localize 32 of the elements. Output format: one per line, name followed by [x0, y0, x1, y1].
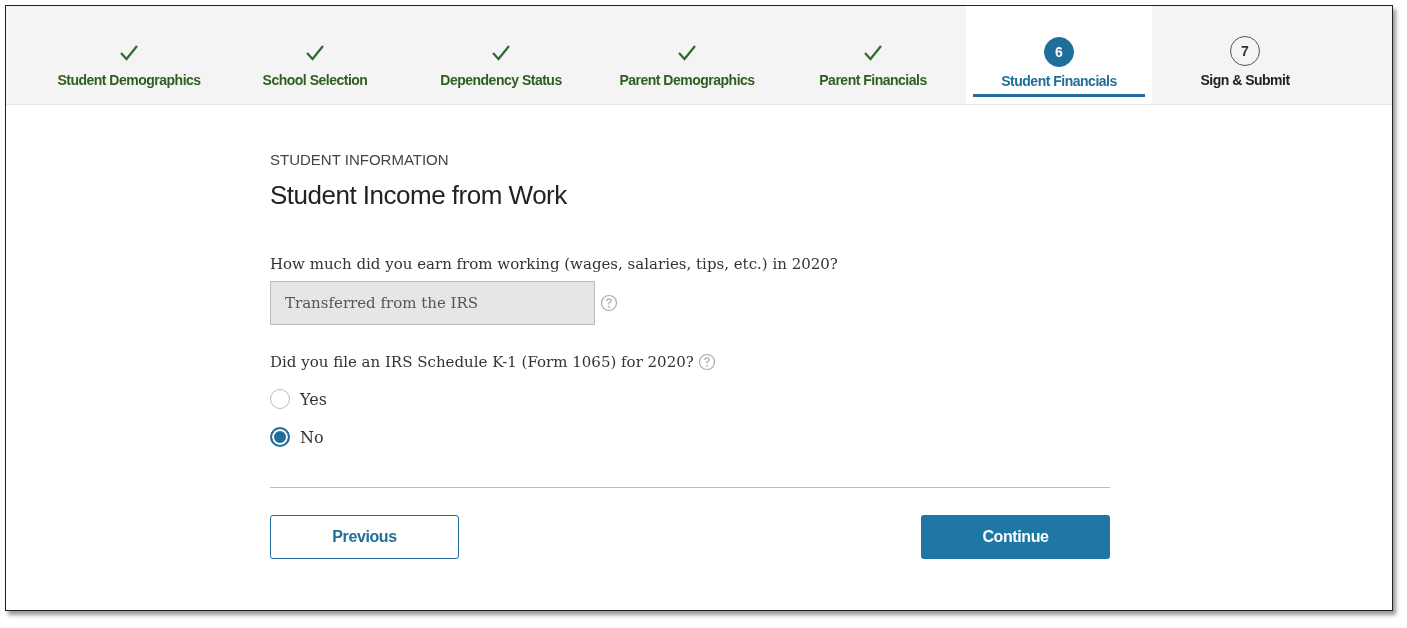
- step-tab[interactable]: 6 Student Financials: [966, 6, 1152, 104]
- option-label: No: [300, 427, 324, 447]
- step-tab[interactable]: 7 Sign & Submit: [1152, 28, 1338, 104]
- help-icon[interactable]: [600, 294, 618, 312]
- question-label: How much did you earn from working (wages, salaries, tips, etc.) in 2020?: [270, 255, 839, 273]
- continue-button[interactable]: Continue: [921, 515, 1110, 559]
- step-label: School Selection: [262, 72, 368, 90]
- check-icon: [677, 44, 697, 62]
- check-icon: [119, 44, 139, 62]
- radio-button[interactable]: [270, 427, 290, 447]
- step-tab[interactable]: Student Demographics: [36, 28, 222, 104]
- step-label: Student Financials: [973, 73, 1145, 97]
- step-tab[interactable]: School Selection: [222, 28, 408, 104]
- question-label: Did you file an IRS Schedule K-1 (Form 1065) for 2020?: [270, 353, 694, 371]
- section-label: STUDENT INFORMATION: [270, 151, 450, 168]
- step-label: Parent Financials: [819, 72, 927, 90]
- check-icon: [863, 44, 883, 62]
- step-tab[interactable]: Parent Demographics: [594, 28, 780, 104]
- step-number: 6: [1044, 37, 1074, 67]
- step-label: Parent Demographics: [619, 72, 755, 90]
- step-label: Dependency Status: [440, 72, 562, 90]
- option-label: Yes: [300, 389, 327, 409]
- page-heading: Student Income from Work: [270, 180, 568, 211]
- step-label: Sign & Submit: [1200, 72, 1290, 90]
- check-icon: [305, 44, 325, 62]
- check-icon: [491, 44, 511, 62]
- radio-button[interactable]: [270, 389, 290, 409]
- help-icon[interactable]: [697, 353, 716, 371]
- step-tab[interactable]: Dependency Status: [408, 28, 594, 104]
- previous-button[interactable]: Previous: [270, 515, 459, 559]
- step-label: Student Demographics: [57, 72, 201, 90]
- step-tab[interactable]: Parent Financials: [780, 28, 966, 104]
